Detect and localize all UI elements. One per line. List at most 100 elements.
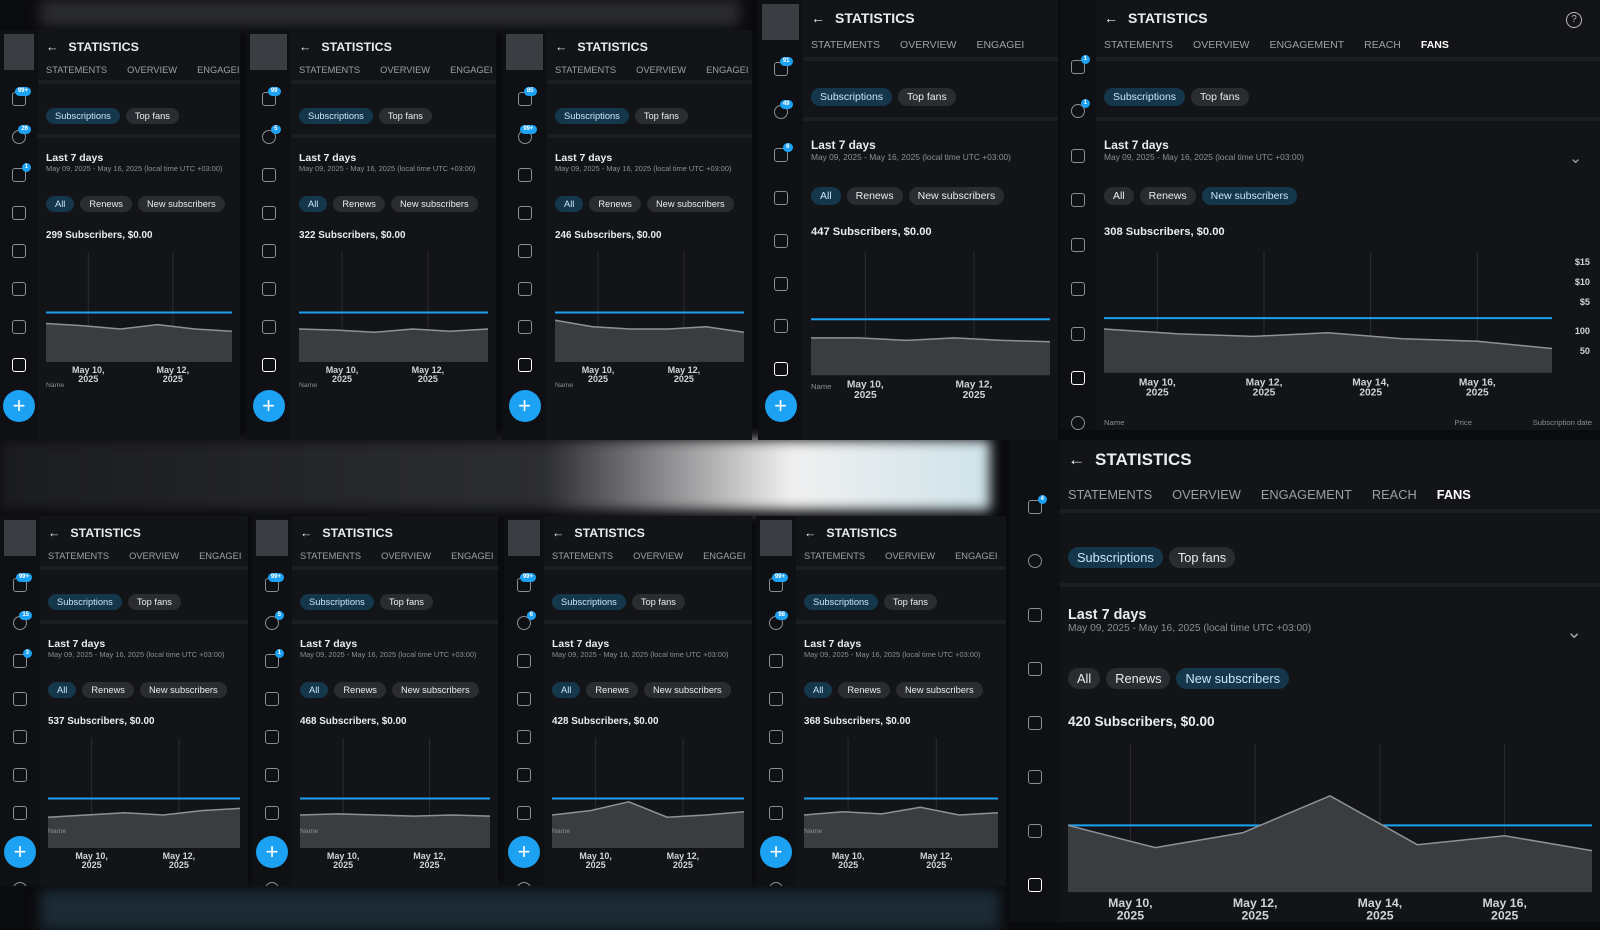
gallery-icon[interactable] [265, 730, 279, 744]
home-icon[interactable]: 4 [1028, 495, 1047, 514]
tab-engagei[interactable]: ENGAGEI [955, 551, 997, 561]
home-icon[interactable]: 85 [517, 87, 537, 106]
new-post-button[interactable]: + [764, 390, 797, 422]
trending-icon[interactable] [773, 362, 788, 377]
top-fans-pill[interactable]: Top fans [125, 108, 179, 124]
calendar-icon[interactable] [1071, 282, 1085, 297]
stats-icon[interactable] [13, 806, 27, 820]
tab-statements[interactable]: STATEMENTS [299, 65, 360, 75]
trending-icon[interactable] [261, 358, 276, 372]
back-arrow-icon[interactable]: ← [552, 526, 564, 540]
bell-icon[interactable]: 98 [769, 611, 788, 630]
subscriptions-pill[interactable]: Subscriptions [46, 108, 120, 124]
subscriptions-pill[interactable]: Subscriptions [811, 88, 893, 107]
calendar-icon[interactable] [517, 768, 531, 782]
top-fans-pill[interactable]: Top fans [883, 594, 937, 610]
filter-new-subscribers[interactable]: New subscribers [908, 187, 1005, 206]
tab-statements[interactable]: STATEMENTS [1068, 487, 1152, 502]
bell-icon[interactable] [1028, 554, 1042, 568]
chat-icon[interactable]: 6 [773, 142, 793, 162]
chevron-down-icon[interactable]: ⌄ [1566, 621, 1582, 643]
back-arrow-icon[interactable]: ← [804, 526, 816, 540]
subscriptions-pill[interactable]: Subscriptions [299, 108, 373, 124]
home-icon[interactable]: 99 [261, 87, 281, 106]
period-block[interactable]: Last 7 days May 09, 2025 - May 16, 2025 (… [1068, 607, 1311, 634]
period-block[interactable]: Last 7 days May 09, 2025 - May 16, 2025 (… [552, 638, 728, 659]
tab-engagement[interactable]: ENGAGEMENT [1269, 39, 1344, 51]
tab-engagement[interactable]: ENGAGEMENT [1261, 487, 1352, 502]
subscriptions-pill[interactable]: Subscriptions [1068, 546, 1163, 568]
filter-new-subscribers[interactable]: New subscribers [646, 196, 734, 212]
stats-icon[interactable] [517, 320, 532, 334]
top-fans-pill[interactable]: Top fans [379, 594, 433, 610]
filter-renews[interactable]: Renews [1139, 187, 1196, 206]
gallery-icon[interactable] [1071, 237, 1085, 252]
new-post-button[interactable]: + [508, 836, 540, 868]
back-arrow-icon[interactable]: ← [1104, 10, 1118, 26]
back-arrow-icon[interactable]: ← [46, 40, 58, 54]
tab-statements[interactable]: STATEMENTS [300, 551, 361, 561]
more-icon[interactable] [1071, 415, 1085, 430]
home-icon[interactable]: 1 [1071, 55, 1090, 74]
period-block[interactable]: Last 7 days May 09, 2025 - May 16, 2025 (… [811, 138, 1011, 162]
chat-icon[interactable]: 3 [13, 649, 32, 668]
avatar[interactable] [508, 520, 540, 556]
filter-new-subscribers[interactable]: New subscribers [390, 196, 478, 212]
calendar-icon[interactable] [13, 768, 27, 782]
bell-icon[interactable]: 49 [773, 99, 793, 119]
stats-icon[interactable] [12, 320, 26, 334]
new-post-button[interactable]: + [760, 836, 792, 868]
bookmark-icon[interactable] [517, 692, 531, 706]
gallery-icon[interactable] [517, 730, 531, 744]
home-icon[interactable]: 99+ [13, 573, 32, 592]
chat-icon[interactable]: 1 [265, 649, 284, 668]
tab-overview[interactable]: OVERVIEW [633, 551, 683, 561]
tab-statements[interactable]: STATEMENTS [1104, 39, 1173, 51]
new-post-button[interactable]: + [252, 390, 285, 422]
bookmark-icon[interactable] [517, 206, 532, 220]
tab-reach[interactable]: REACH [1364, 39, 1401, 51]
bookmark-icon[interactable] [13, 692, 27, 706]
top-fans-pill[interactable]: Top fans [127, 594, 181, 610]
more-icon[interactable] [769, 882, 783, 886]
trending-icon[interactable] [517, 358, 532, 372]
tab-overview[interactable]: OVERVIEW [127, 65, 177, 75]
calendar-icon[interactable] [769, 768, 783, 782]
bell-icon[interactable]: 99+ [517, 125, 537, 144]
chat-icon[interactable] [261, 168, 276, 182]
filter-renews[interactable]: Renews [82, 682, 134, 698]
tab-engagei[interactable]: ENGAGEI [199, 551, 241, 561]
tab-statements[interactable]: STATEMENTS [811, 39, 880, 51]
chat-icon[interactable] [517, 168, 532, 182]
tab-overview[interactable]: OVERVIEW [1172, 487, 1241, 502]
gallery-icon[interactable] [13, 730, 27, 744]
home-icon[interactable]: 99+ [12, 87, 31, 106]
filter-new-subscribers[interactable]: New subscribers [139, 682, 227, 698]
tab-overview[interactable]: OVERVIEW [900, 39, 956, 51]
gallery-icon[interactable] [1028, 716, 1042, 730]
calendar-icon[interactable] [773, 276, 788, 291]
back-arrow-icon[interactable]: ← [300, 526, 312, 540]
filter-all[interactable]: All [299, 196, 328, 212]
filter-all[interactable]: All [804, 682, 833, 698]
bell-icon[interactable]: 5 [261, 125, 281, 144]
back-arrow-icon[interactable]: ← [48, 526, 60, 540]
stats-icon[interactable] [1028, 824, 1042, 838]
bookmark-icon[interactable] [773, 190, 788, 205]
more-icon[interactable] [13, 882, 27, 886]
stats-icon[interactable] [261, 320, 276, 334]
calendar-icon[interactable] [517, 282, 532, 296]
more-icon[interactable] [265, 882, 279, 886]
bookmark-icon[interactable] [261, 206, 276, 220]
period-block[interactable]: Last 7 days May 09, 2025 - May 16, 2025 (… [48, 638, 224, 659]
new-post-button[interactable]: + [256, 836, 288, 868]
calendar-icon[interactable] [265, 768, 279, 782]
help-icon[interactable]: ? [1566, 12, 1582, 28]
filter-renews[interactable]: Renews [838, 682, 890, 698]
subscriptions-pill[interactable]: Subscriptions [48, 594, 122, 610]
filter-new-subscribers[interactable]: New subscribers [1201, 187, 1298, 206]
tab-engagei[interactable]: ENGAGEI [706, 65, 748, 75]
chat-icon[interactable] [517, 654, 531, 668]
tab-overview[interactable]: OVERVIEW [129, 551, 179, 561]
avatar[interactable] [4, 34, 34, 70]
